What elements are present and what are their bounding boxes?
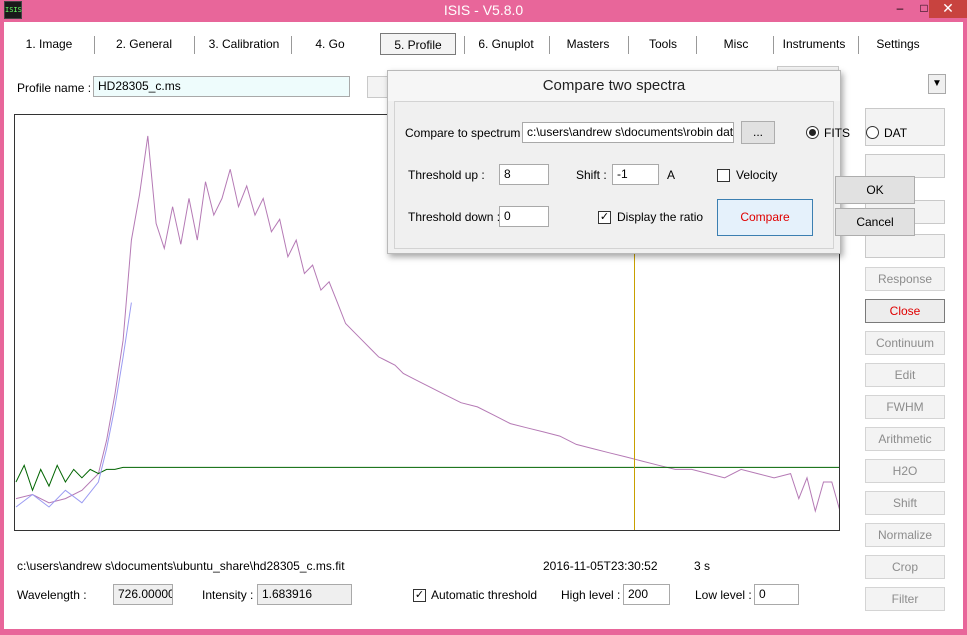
compare-spectra-dialog: Compare two spectra Compare to spectrum … [387,70,915,254]
reference-series-line [15,302,132,508]
fits-label: FITS [824,126,850,140]
ratio-series-line [15,463,839,492]
tab-calibration[interactable]: 3. Calibration [199,33,289,55]
shift-unit-label: A [667,168,676,182]
compare-button[interactable]: Compare [717,199,813,236]
normalize-button[interactable]: Normalize [865,523,945,547]
exposure-text: 3 s [694,559,711,573]
profile-name-label: Profile name : [17,81,92,95]
velocity-checkbox[interactable] [717,169,730,182]
automatic-threshold-label: Automatic threshold [431,588,538,602]
shift-input[interactable]: -1 [612,164,659,185]
response-button[interactable]: Response [865,267,945,291]
fits-radio[interactable] [806,126,819,139]
edit-button[interactable]: Edit [865,363,945,387]
fwhm-button[interactable]: FWHM [865,395,945,419]
hidden-button-left[interactable] [367,76,389,98]
title-bar: ISIS ISIS - V5.8.0 – □ ✕ [0,0,967,22]
crop-button[interactable]: Crop [865,555,945,579]
tab-gnuplot[interactable]: 6. Gnuplot [470,33,542,55]
tab-tools[interactable]: Tools [634,33,692,55]
low-level-input[interactable]: 0 [754,584,799,605]
display-ratio-label: Display the ratio [617,210,704,224]
threshold-down-input[interactable]: 0 [499,206,549,227]
wavelength-field[interactable]: 726.000000 [113,584,173,605]
tab-go[interactable]: 4. Go [299,33,361,55]
automatic-threshold-checkbox[interactable]: ✓ [413,589,426,602]
window-title: ISIS - V5.8.0 [443,2,524,18]
hidden-side-button-2[interactable] [865,154,945,178]
threshold-up-label: Threshold up : [408,168,485,182]
close-button[interactable]: Close [865,299,945,323]
profile-name-input[interactable]: HD28305_c.ms [93,76,350,97]
threshold-up-input[interactable]: 8 [499,164,549,185]
arithmetic-button[interactable]: Arithmetic [865,427,945,451]
dropdown-arrow-icon[interactable]: ▼ [928,74,946,94]
shift-button[interactable]: Shift [865,491,945,515]
dat-radio[interactable] [866,126,879,139]
minimize-button[interactable]: – [888,0,912,18]
tab-masters[interactable]: Masters [556,33,620,55]
intensity-label: Intensity : [202,588,254,602]
hidden-side-button-4[interactable] [865,234,945,258]
threshold-down-label: Threshold down : [408,210,501,224]
filter-button[interactable]: Filter [865,587,945,611]
high-level-input[interactable]: 200 [623,584,670,605]
h2o-button[interactable]: H2O [865,459,945,483]
low-level-label: Low level : [695,588,752,602]
continuum-button[interactable]: Continuum [865,331,945,355]
compare-path-input[interactable]: c:\users\andrew s\documents\robin data\H… [522,122,734,143]
display-ratio-checkbox[interactable]: ✓ [598,211,611,224]
tab-general[interactable]: 2. General [104,33,184,55]
browse-button[interactable]: ... [741,121,775,144]
file-path-text: c:\users\andrew s\documents\ubuntu_share… [17,559,345,573]
tab-bar: 1. Image 2. General 3. Calibration 4. Go… [4,30,963,58]
velocity-label: Velocity [736,168,778,182]
intensity-field[interactable]: 1.683916 [257,584,352,605]
wavelength-label: Wavelength : [17,588,87,602]
tab-misc[interactable]: Misc [704,33,768,55]
timestamp-text: 2016-11-05T23:30:52 [543,559,658,573]
close-window-button[interactable]: ✕ [929,0,967,18]
cancel-button[interactable]: Cancel [835,208,915,236]
dialog-body: Compare to spectrum : c:\users\andrew s\… [394,101,915,249]
tab-image[interactable]: 1. Image [14,33,84,55]
tab-instruments[interactable]: Instruments [776,33,852,55]
tab-settings[interactable]: Settings [864,33,932,55]
dialog-title: Compare two spectra [388,71,840,101]
shift-label: Shift : [576,168,607,182]
main-client-area: 1. Image 2. General 3. Calibration 4. Go… [4,22,963,629]
ok-button[interactable]: OK [835,176,915,204]
tab-profile[interactable]: 5. Profile [380,33,456,55]
dat-label: DAT [884,126,908,140]
high-level-label: High level : [561,588,621,602]
compare-to-spectrum-label: Compare to spectrum : [405,126,528,140]
